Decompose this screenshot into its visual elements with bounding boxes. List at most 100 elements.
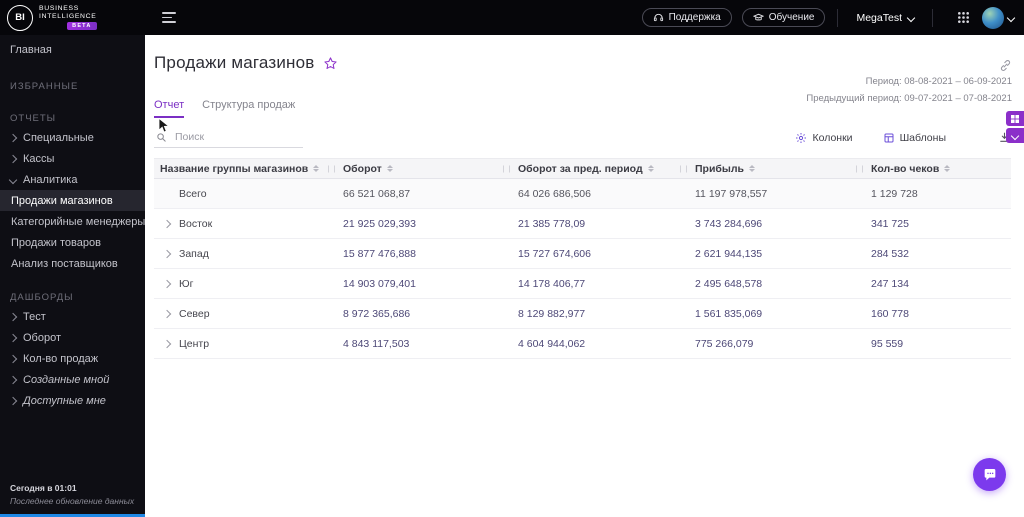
cell-turnover[interactable]: 21 925 029,393 (339, 218, 514, 230)
column-resize-handle[interactable] (856, 165, 863, 172)
table-row-vostok[interactable]: Восток 21 925 029,393 21 385 778,09 3 74… (154, 209, 1011, 239)
gear-icon (795, 132, 807, 144)
sidebar-item-product-sales[interactable]: Продажи товаров (0, 232, 145, 253)
sort-icon[interactable] (944, 164, 951, 173)
support-label: Поддержка (668, 12, 721, 23)
column-resize-handle[interactable] (503, 165, 510, 172)
main-content: Продажи магазинов Период: 08-08-2021 – 0… (145, 35, 1024, 517)
account-label: MegaTest (856, 11, 902, 24)
sidebar-item-special[interactable]: Специальные (0, 127, 145, 148)
chevron-right-icon (8, 354, 18, 363)
sort-icon[interactable] (647, 164, 654, 173)
panel-grid-icon[interactable] (1006, 111, 1024, 126)
account-menu[interactable]: MegaTest (850, 11, 920, 25)
sidebar-section-reports: ОТЧЕТЫ (10, 112, 57, 124)
cell-prev-turnover[interactable]: 8 129 882,977 (514, 308, 691, 320)
sidebar-item-kassy[interactable]: Кассы (0, 148, 145, 169)
period-current: Период: 08-08-2021 – 06-09-2021 (865, 76, 1012, 87)
cell-profit: 11 197 978,557 (695, 187, 768, 200)
chat-button[interactable] (973, 458, 1006, 491)
support-button[interactable]: Поддержка (641, 8, 732, 27)
panel-collapse-icon[interactable] (1006, 128, 1024, 143)
sidebar-item-created-by-me[interactable]: Созданные мной (0, 369, 145, 390)
sidebar-item-test[interactable]: Тест (0, 306, 145, 327)
favorite-star-icon[interactable] (323, 56, 338, 71)
cell-prev-turnover[interactable]: 21 385 778,09 (514, 218, 691, 230)
training-button[interactable]: Обучение (741, 8, 826, 27)
avatar (982, 6, 1004, 29)
beta-badge: BETA (67, 21, 97, 30)
chevron-down-icon (8, 175, 18, 184)
sidebar-section-dashboards: ДАШБОРДЫ (10, 291, 74, 303)
cell-receipts: 1 129 728 (871, 187, 918, 200)
chevron-right-icon (8, 133, 18, 142)
sidebar-item-turnover[interactable]: Оборот (0, 327, 145, 348)
cell-turnover[interactable]: 4 843 117,503 (339, 338, 514, 350)
expand-row-icon[interactable] (162, 249, 172, 258)
search-box (154, 127, 303, 148)
sidebar-item-supplier-analysis[interactable]: Анализ поставщиков (0, 253, 145, 274)
chevron-right-icon (8, 396, 18, 405)
cell-turnover[interactable]: 14 903 079,401 (339, 278, 514, 290)
sidebar-item-available-to-me[interactable]: Доступные мне (0, 390, 145, 411)
app-logo: BI BUSINESS INTELLIGENCE BETA (0, 4, 152, 31)
sidebar-toggle-icon[interactable] (158, 5, 184, 31)
header-label: Оборот за пред. период (518, 162, 643, 175)
search-input[interactable] (173, 130, 301, 144)
cell-profit[interactable]: 2 621 944,135 (691, 248, 867, 260)
column-header-turnover[interactable]: Оборот (339, 159, 514, 178)
sidebar-item-category-managers[interactable]: Категорийные менеджеры (0, 211, 145, 232)
cell-turnover[interactable]: 8 972 365,686 (339, 308, 514, 320)
column-header-profit[interactable]: Прибыль (691, 159, 867, 178)
column-header-prev-turnover[interactable]: Оборот за пред. период (514, 159, 691, 178)
expand-row-icon[interactable] (162, 309, 172, 318)
item-label: Анализ поставщиков (11, 257, 118, 270)
sidebar-item-analytics[interactable]: Аналитика (0, 169, 145, 190)
table-row-yug[interactable]: Юг 14 903 079,401 14 178 406,77 2 495 64… (154, 269, 1011, 299)
cell-receipts[interactable]: 284 532 (867, 248, 1011, 260)
expand-row-icon[interactable] (162, 339, 172, 348)
chevron-down-icon (1010, 131, 1020, 140)
cell-profit[interactable]: 775 266,079 (691, 338, 867, 350)
table-row-centr[interactable]: Центр 4 843 117,503 4 604 944,062 775 26… (154, 329, 1011, 359)
item-label: Кол-во продаж (23, 352, 99, 365)
cell-receipts[interactable]: 247 134 (867, 278, 1011, 290)
user-avatar-menu[interactable] (982, 6, 1016, 29)
table-row-sever[interactable]: Север 8 972 365,686 8 129 882,977 1 561 … (154, 299, 1011, 329)
column-header-receipts[interactable]: Кол-во чеков (867, 159, 1011, 178)
table-row-zapad[interactable]: Запад 15 877 476,888 15 727 674,606 2 62… (154, 239, 1011, 269)
expand-row-icon[interactable] (162, 279, 172, 288)
sort-icon[interactable] (749, 164, 755, 173)
cell-prev-turnover[interactable]: 15 727 674,606 (514, 248, 691, 260)
cell-profit[interactable]: 2 495 648,578 (691, 278, 867, 290)
sidebar-item-sales-count[interactable]: Кол-во продаж (0, 348, 145, 369)
sort-icon[interactable] (313, 164, 320, 173)
expand-row-icon[interactable] (162, 219, 172, 228)
templates-button[interactable]: Шаблоны (877, 131, 952, 145)
cell-turnover[interactable]: 15 877 476,888 (339, 248, 514, 260)
cell-prev-turnover[interactable]: 14 178 406,77 (514, 278, 691, 290)
cell-profit[interactable]: 1 561 835,069 (691, 308, 867, 320)
column-resize-handle[interactable] (328, 165, 335, 172)
apps-grid-button[interactable] (957, 11, 970, 24)
tab-sales-structure[interactable]: Структура продаж (202, 99, 295, 118)
sort-icon[interactable] (386, 164, 393, 173)
cell-prev-turnover: 64 026 686,506 (518, 187, 591, 200)
share-link-icon[interactable] (999, 59, 1012, 72)
cell-receipts[interactable]: 160 778 (867, 308, 1011, 320)
cell-receipts[interactable]: 95 559 (867, 338, 1011, 350)
sidebar-item-store-sales[interactable]: Продажи магазинов (0, 190, 145, 211)
sidebar: Главная ИЗБРАННЫЕ ОТЧЕТЫ Специальные Кас… (0, 35, 145, 517)
tab-report[interactable]: Отчет (154, 99, 185, 118)
training-label: Обучение (768, 12, 815, 23)
column-header-group-name[interactable]: Название группы магазинов (154, 159, 339, 178)
cell-receipts[interactable]: 341 725 (867, 218, 1011, 230)
cell-prev-turnover[interactable]: 4 604 944,062 (514, 338, 691, 350)
column-resize-handle[interactable] (680, 165, 687, 172)
side-panel-buttons (1006, 111, 1024, 143)
sidebar-item-home[interactable]: Главная (0, 37, 145, 63)
cell-profit[interactable]: 3 743 284,696 (691, 218, 867, 230)
last-update-note: Последнее обновление данных (10, 495, 135, 506)
columns-button[interactable]: Колонки (789, 131, 858, 145)
table-header-row: Название группы магазинов Оборот Оборот … (154, 158, 1011, 179)
